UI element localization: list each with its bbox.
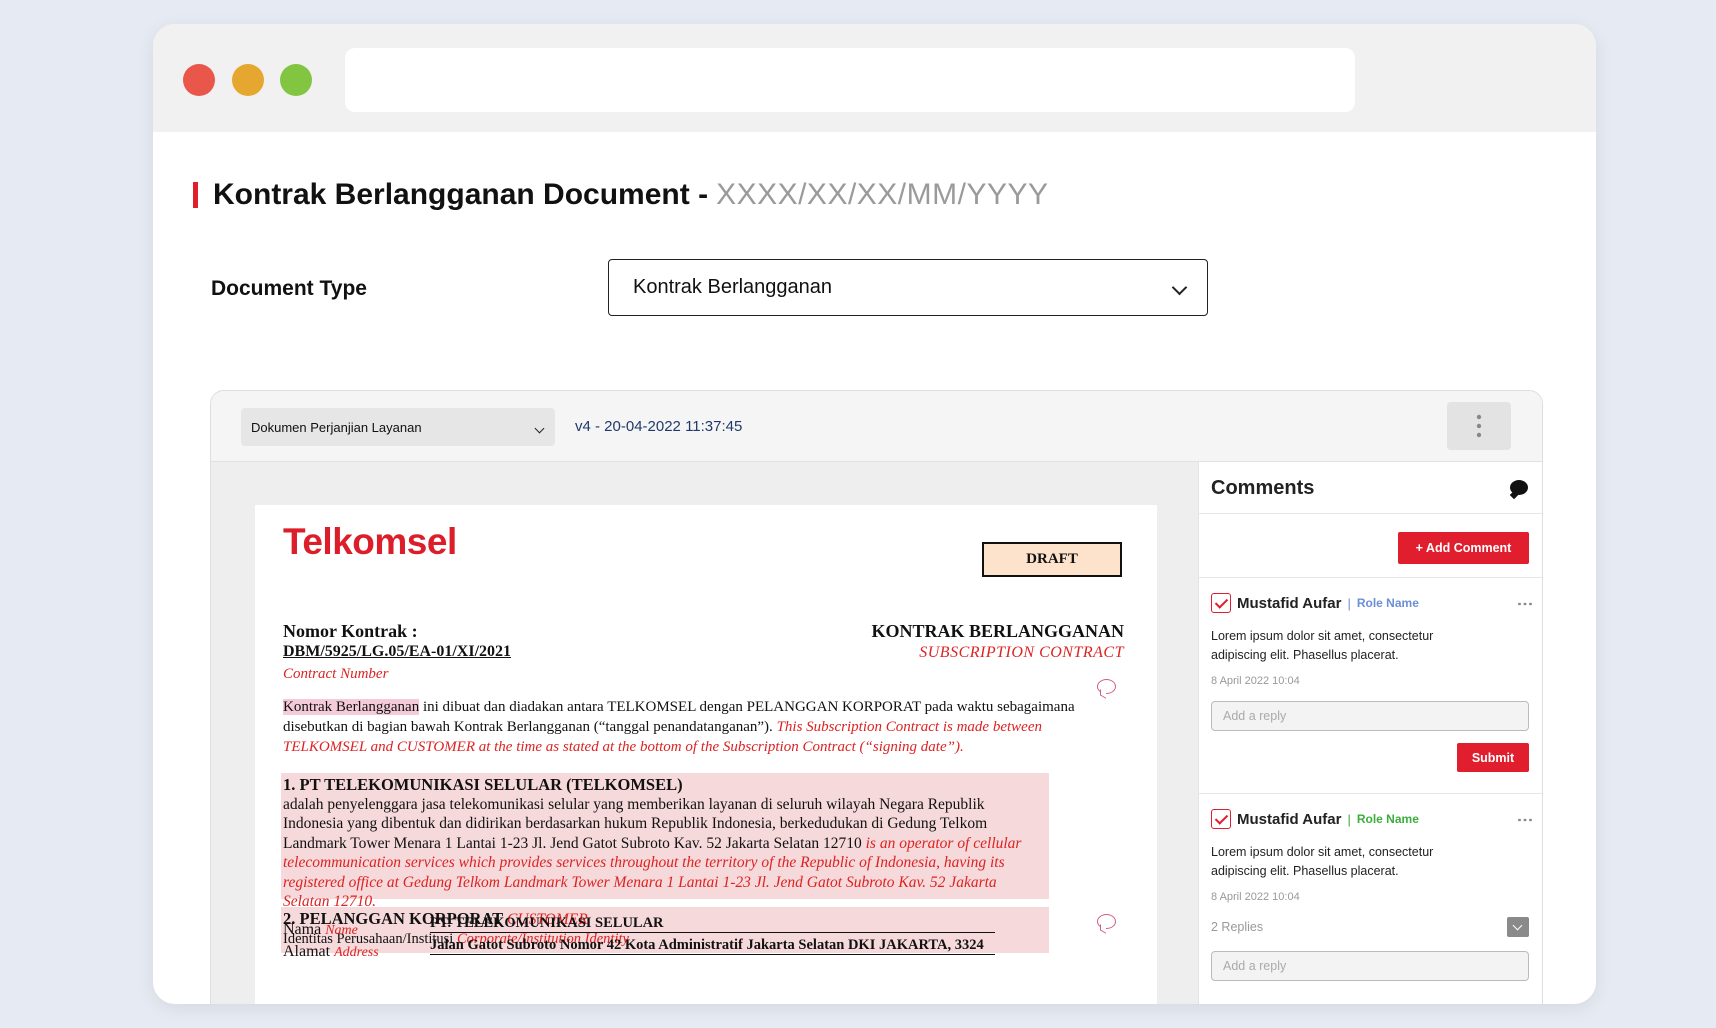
document-type-label: Document Type [211, 277, 367, 300]
comment-time: 8 April 2022 10:04 [1211, 891, 1300, 903]
file-select-value: Dokumen Perjanjian Layanan [251, 419, 422, 435]
contract-number-en: Contract Number [283, 666, 389, 682]
expand-replies-button[interactable] [1507, 917, 1529, 937]
comment-author: Mustafid Aufar [1237, 594, 1342, 612]
maximize-window-button[interactable] [280, 64, 312, 96]
titlebar [153, 24, 1596, 132]
replies-row: 2 Replies [1211, 917, 1529, 937]
comment-body: Lorem ipsum dolor sit amet, consectetur … [1211, 845, 1434, 878]
section-telkomsel[interactable]: 1. PT TELEKOMUNIKASI SELULAR (TELKOMSEL)… [281, 773, 1049, 910]
section-1-body: adalah penyelenggara jasa telekomunikasi… [283, 795, 1047, 912]
chat-bubble-icon [1510, 480, 1528, 495]
comment-marker-icon[interactable] [1097, 679, 1116, 694]
checkbox-checked-icon[interactable] [1211, 809, 1231, 829]
checkbox-checked-icon[interactable] [1211, 593, 1231, 613]
title-accent-bar [193, 182, 198, 208]
contract-title-en: SUBSCRIPTION CONTRACT [919, 644, 1124, 661]
submit-reply-button[interactable]: Submit [1457, 743, 1529, 772]
browser-window: Kontrak Berlangganan Document - XXXX/XX/… [153, 24, 1596, 1004]
contract-number-value: DBM/5925/LG.05/EA-01/XI/2021 [283, 643, 512, 660]
comment-header: Mustafid Aufar | Role Name ⋮ [1211, 592, 1533, 614]
more-vertical-icon [1476, 414, 1482, 438]
replies-count: 2 Replies [1211, 920, 1264, 934]
nama-label-en: Name [325, 923, 358, 938]
more-vertical-icon[interactable]: ⋮ [1516, 596, 1533, 610]
comment-role: Role Name [1356, 596, 1419, 610]
add-comment-button[interactable]: + Add Comment [1398, 532, 1529, 564]
comments-title: Comments [1211, 477, 1315, 499]
telkomsel-logo: Telkomsel [283, 521, 457, 562]
nama-value: PT. TELEKOMUNIKASI SELULAR [430, 915, 995, 933]
chevron-down-icon [1171, 276, 1188, 299]
comment-body: Lorem ipsum dolor sit amet, consectetur … [1211, 629, 1434, 662]
reply-input[interactable]: Add a reply [1211, 951, 1529, 981]
section-1-heading: 1. PT TELEKOMUNIKASI SELULAR (TELKOMSEL) [283, 775, 683, 794]
contract-number-label: Nomor Kontrak : [283, 621, 418, 641]
alamat-label: Alamat [283, 943, 331, 960]
document-page: Telkomsel DRAFT Nomor Kontrak : DBM/5925… [255, 505, 1157, 1004]
document-type-select[interactable]: Kontrak Berlangganan [608, 259, 1208, 316]
page-title-text: Kontrak Berlangganan Document - [213, 178, 709, 211]
comment-item: Mustafid Aufar | Role Name ⋮ Lorem ipsum… [1211, 808, 1533, 981]
file-select[interactable]: Dokumen Perjanjian Layanan [241, 408, 555, 446]
document-type-value: Kontrak Berlangganan [633, 276, 833, 298]
more-vertical-icon[interactable]: ⋮ [1516, 812, 1533, 826]
draft-badge: DRAFT [982, 542, 1122, 577]
more-options-button[interactable] [1447, 402, 1511, 450]
divider [1199, 793, 1542, 794]
alamat-value: Jalan Gatot Subroto Nomor 42 Kota Admini… [430, 937, 995, 955]
nama-label: Nama [283, 921, 322, 938]
document-canvas: Telkomsel DRAFT Nomor Kontrak : DBM/5925… [211, 462, 1198, 1004]
close-window-button[interactable] [183, 64, 215, 96]
comments-panel: Comments + Add Comment Mustafid Aufar | … [1198, 462, 1542, 1004]
role-separator: | [1347, 595, 1351, 611]
version-label: v4 - 20-04-2022 11:37:45 [575, 418, 743, 435]
nama-label-row: Nama Name [283, 921, 358, 939]
document-viewer: Dokumen Perjanjian Layanan v4 - 20-04-20… [210, 390, 1543, 1004]
role-separator: | [1347, 811, 1351, 827]
divider [1199, 577, 1542, 578]
highlighted-text[interactable]: Kontrak Berlangganan [283, 699, 420, 715]
reply-input[interactable]: Add a reply [1211, 701, 1529, 731]
main-content: Kontrak Berlangganan Document - XXXX/XX/… [153, 132, 1596, 1004]
alamat-label-row: Alamat Address [283, 943, 379, 961]
page-title: Kontrak Berlangganan Document - XXXX/XX/… [193, 178, 1049, 212]
chevron-down-icon [534, 420, 545, 435]
address-bar[interactable] [345, 48, 1355, 112]
comment-marker-icon[interactable] [1097, 914, 1116, 929]
comment-item: Mustafid Aufar | Role Name ⋮ Lorem ipsum… [1211, 592, 1533, 772]
comment-role: Role Name [1356, 812, 1419, 826]
comments-header: Comments [1199, 462, 1542, 514]
viewer-toolbar: Dokumen Perjanjian Layanan v4 - 20-04-20… [211, 391, 1542, 462]
alamat-label-en: Address [334, 945, 379, 960]
page-title-id: XXXX/XX/XX/MM/YYYY [716, 178, 1049, 211]
comment-author: Mustafid Aufar [1237, 810, 1342, 828]
comment-header: Mustafid Aufar | Role Name ⋮ [1211, 808, 1533, 830]
comment-time: 8 April 2022 10:04 [1211, 675, 1300, 687]
intro-paragraph: Kontrak Berlangganan ini dibuat dan diad… [283, 697, 1103, 757]
minimize-window-button[interactable] [232, 64, 264, 96]
contract-title: KONTRAK BERLANGGANAN [871, 621, 1124, 641]
